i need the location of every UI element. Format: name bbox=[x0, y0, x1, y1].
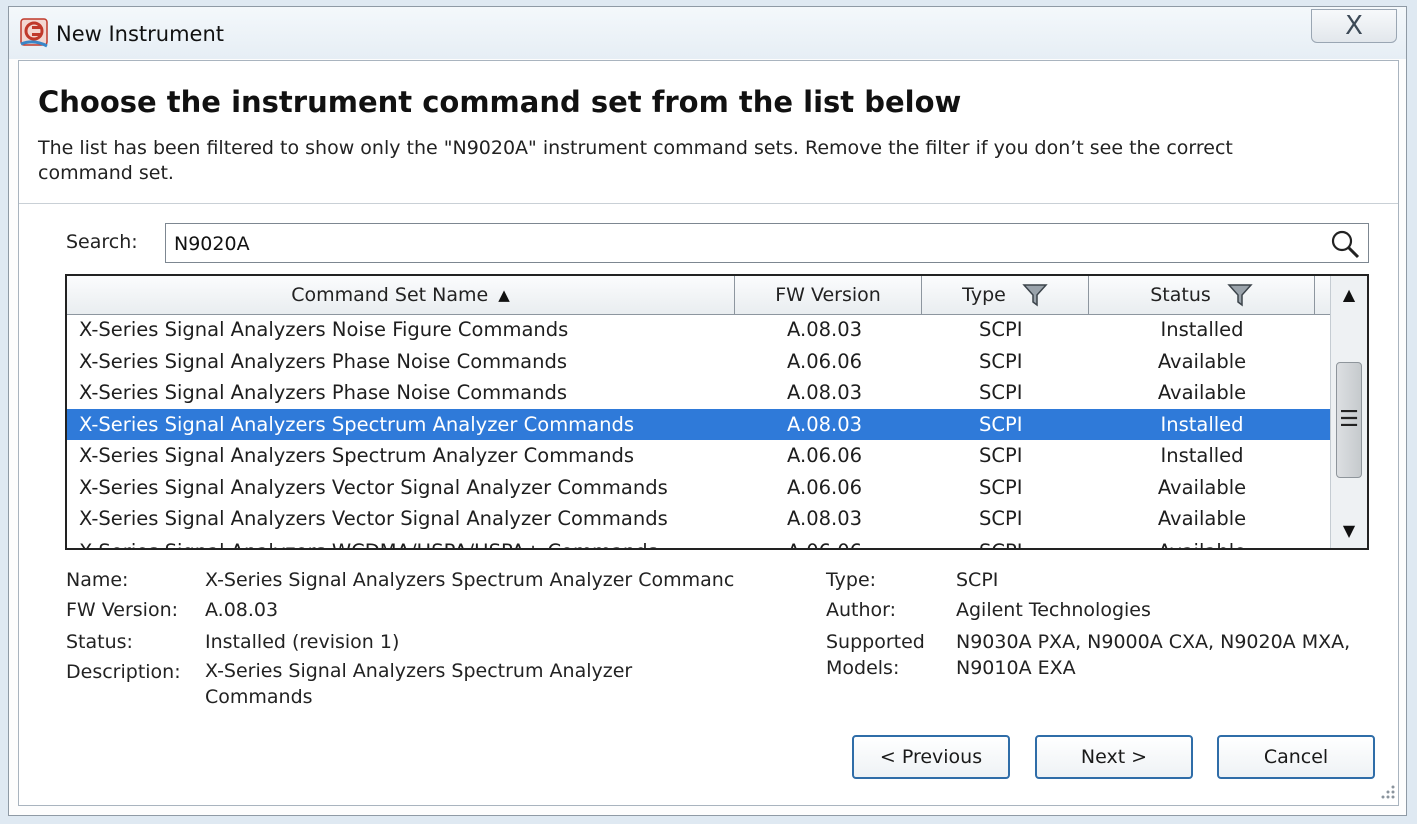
detail-fw-label: FW Version: bbox=[66, 599, 179, 621]
table-row[interactable]: X-Series Signal Analyzers Vector Signal … bbox=[67, 472, 1331, 504]
cell-type: SCPI bbox=[979, 349, 1023, 373]
cell-fw-version: A.08.03 bbox=[787, 318, 863, 341]
cell-type: SCPI bbox=[979, 475, 1023, 499]
previous-button[interactable]: < Previous bbox=[852, 735, 1010, 779]
vertical-scrollbar[interactable]: ▲ ☰ ▼ bbox=[1330, 276, 1367, 548]
cell-type: SCPI bbox=[979, 381, 1023, 404]
dialog-content: Choose the instrument command set from t… bbox=[18, 60, 1399, 806]
column-header-fw-version[interactable]: FW Version bbox=[735, 276, 922, 314]
table-row[interactable]: X-Series Signal Analyzers Vector Signal … bbox=[67, 503, 1331, 535]
close-button[interactable]: X bbox=[1311, 9, 1397, 43]
cell-name: X-Series Signal Analyzers Phase Noise Co… bbox=[79, 381, 567, 404]
table-row[interactable]: X-Series Signal Analyzers WCDMA/HSPA/HSP… bbox=[67, 535, 1331, 549]
window-title: New Instrument bbox=[56, 22, 225, 46]
detail-description-label: Description: bbox=[66, 661, 181, 683]
detail-models-label: Supported Models: bbox=[826, 631, 925, 679]
cell-fw-version: A.06.06 bbox=[787, 349, 863, 373]
scroll-thumb[interactable]: ☰ bbox=[1336, 362, 1362, 478]
command-set-list[interactable]: Command Set Name ▲ FW Version Type Statu… bbox=[65, 274, 1369, 550]
cell-status: Installed bbox=[1160, 444, 1244, 467]
cell-status: Available bbox=[1157, 349, 1247, 373]
cell-fw-version: A.08.03 bbox=[787, 412, 863, 436]
cell-fw-version: A.08.03 bbox=[787, 381, 863, 404]
next-button[interactable]: Next > bbox=[1035, 735, 1193, 779]
filter-icon[interactable] bbox=[1022, 283, 1048, 307]
table-header: Command Set Name ▲ FW Version Type Statu… bbox=[67, 276, 1331, 315]
filter-icon[interactable] bbox=[1227, 283, 1253, 307]
sort-ascending-icon: ▲ bbox=[498, 286, 510, 304]
cell-type: SCPI bbox=[979, 507, 1023, 530]
search-input[interactable]: N9020A bbox=[165, 223, 1369, 263]
column-header-name[interactable]: Command Set Name ▲ bbox=[67, 276, 735, 314]
detail-status-value: Installed (revision 1) bbox=[205, 631, 400, 653]
detail-type-label: Type: bbox=[826, 569, 877, 591]
cell-status: Available bbox=[1137, 540, 1267, 549]
app-icon bbox=[20, 18, 48, 48]
cell-status: Available bbox=[1157, 507, 1247, 530]
page-title: Choose the instrument command set from t… bbox=[38, 85, 962, 119]
table-row-selected[interactable]: X-Series Signal Analyzers Spectrum Analy… bbox=[67, 408, 1331, 440]
table-row[interactable]: X-Series Signal Analyzers Phase Noise Co… bbox=[67, 346, 1331, 378]
column-header-type[interactable]: Type bbox=[922, 276, 1089, 314]
cell-status: Installed bbox=[1160, 318, 1244, 341]
cell-name: X-Series Signal Analyzers Phase Noise Co… bbox=[79, 349, 567, 373]
cell-name: X-Series Signal Analyzers Noise Figure C… bbox=[79, 318, 569, 341]
header-area: Choose the instrument command set from t… bbox=[19, 61, 1398, 204]
detail-name-label: Name: bbox=[66, 569, 129, 591]
scroll-up-icon[interactable]: ▲ bbox=[1331, 278, 1367, 310]
title-bar[interactable]: New Instrument X bbox=[9, 7, 1406, 59]
table-row[interactable]: X-Series Signal Analyzers Noise Figure C… bbox=[67, 314, 1331, 346]
grip-icon: ☰ bbox=[1339, 407, 1359, 432]
detail-name-value: X-Series Signal Analyzers Spectrum Analy… bbox=[205, 569, 735, 591]
cell-fw-version: A.06.06 bbox=[787, 540, 862, 549]
cell-status: Available bbox=[1157, 381, 1247, 404]
cell-type: SCPI bbox=[979, 318, 1023, 341]
close-icon: X bbox=[1345, 11, 1363, 41]
cell-status: Available bbox=[1157, 475, 1247, 499]
cell-type: SCPI bbox=[979, 444, 1023, 467]
search-label: Search: bbox=[66, 231, 138, 253]
cell-name: X-Series Signal Analyzers Spectrum Analy… bbox=[79, 412, 635, 436]
scroll-down-icon[interactable]: ▼ bbox=[1331, 514, 1367, 546]
cell-type: SCPI bbox=[979, 540, 1023, 549]
cell-type: SCPI bbox=[979, 412, 1023, 436]
new-instrument-dialog: New Instrument X Choose the instrument c… bbox=[8, 6, 1407, 816]
detail-fw-value: A.08.03 bbox=[205, 599, 279, 621]
table-row[interactable]: X-Series Signal Analyzers Phase Noise Co… bbox=[67, 377, 1331, 409]
cell-name: X-Series Signal Analyzers Vector Signal … bbox=[79, 507, 668, 530]
detail-type-value: SCPI bbox=[956, 569, 999, 591]
table-row[interactable]: X-Series Signal Analyzers Spectrum Analy… bbox=[67, 440, 1331, 472]
cell-name: X-Series Signal Analyzers Spectrum Analy… bbox=[79, 444, 635, 467]
cancel-button[interactable]: Cancel bbox=[1217, 735, 1375, 779]
column-header-status[interactable]: Status bbox=[1089, 276, 1315, 314]
page-description: The list has been filtered to show only … bbox=[38, 137, 1233, 184]
cell-name: X-Series Signal Analyzers Vector Signal … bbox=[79, 475, 668, 499]
search-icon[interactable] bbox=[1328, 227, 1362, 261]
table-rows: X-Series Signal Analyzers Noise Figure C… bbox=[67, 314, 1331, 549]
search-input-value: N9020A bbox=[174, 233, 250, 255]
cell-status: Installed bbox=[1160, 412, 1244, 436]
cell-fw-version: A.06.06 bbox=[787, 475, 863, 499]
detail-author-value: Agilent Technologies bbox=[956, 599, 1151, 621]
cell-fw-version: A.06.06 bbox=[787, 444, 863, 467]
detail-author-label: Author: bbox=[826, 599, 897, 621]
resize-grip-icon[interactable] bbox=[1377, 783, 1397, 803]
detail-models-value: N9030A PXA, N9000A CXA, N9020A MXA, N901… bbox=[956, 631, 1351, 679]
detail-status-label: Status: bbox=[66, 631, 133, 653]
cell-fw-version: A.08.03 bbox=[787, 507, 863, 530]
detail-description-value: X-Series Signal Analyzers Spectrum Analy… bbox=[205, 660, 633, 708]
cell-name: X-Series Signal Analyzers WCDMA/HSPA/HSP… bbox=[79, 540, 658, 549]
